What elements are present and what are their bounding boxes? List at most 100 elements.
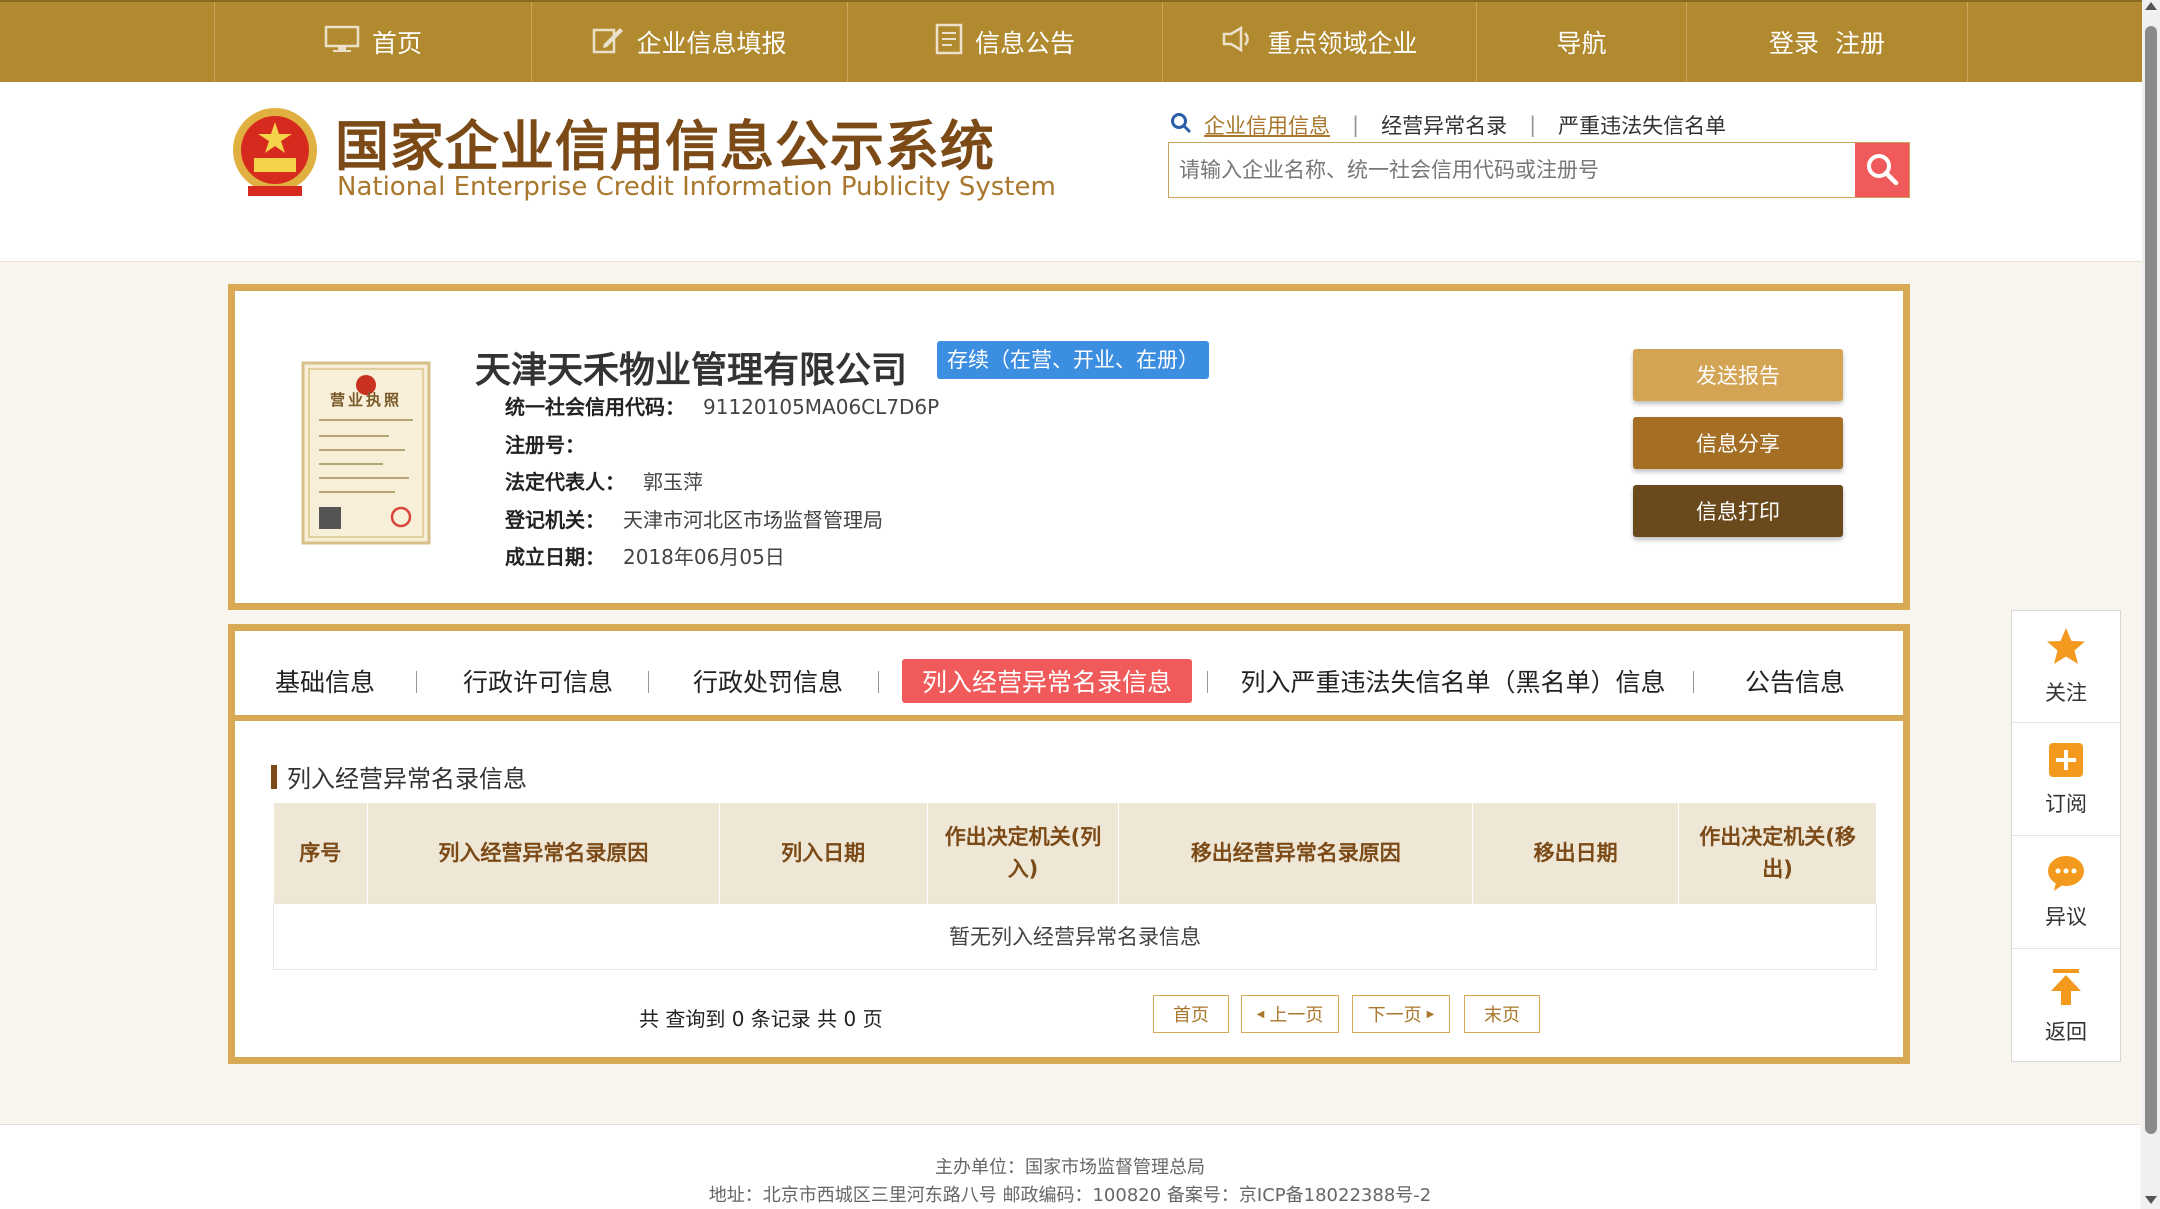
site-title: 国家企业信用信息公示系统 — [335, 115, 995, 178]
site-subtitle: National Enterprise Credit Information P… — [337, 172, 1056, 202]
arrow-up-icon — [2049, 967, 2083, 1016]
pager-last-button[interactable]: 末页 — [1464, 995, 1540, 1033]
tab-separator — [878, 671, 879, 693]
site-header: 国家企业信用信息公示系统 National Enterprise Credit … — [0, 82, 2160, 262]
info-label: 成立日期： — [505, 545, 605, 569]
nav-home-label: 首页 — [371, 29, 422, 58]
document-icon — [935, 23, 963, 61]
tab-separator — [648, 671, 649, 693]
pager-prev-label: 上一页 — [1269, 1005, 1324, 1026]
chat-bubble-icon — [2046, 854, 2086, 901]
info-label: 统一社会信用代码： — [505, 395, 685, 419]
tab-admin-penalty[interactable]: 行政处罚信息 — [675, 659, 861, 703]
monitor-icon — [324, 25, 360, 59]
top-navigation: 首页 企业信息填报 信息公告 重点领域企业 导航 登录 注册 — [0, 0, 2160, 82]
tab-announcements[interactable]: 公告信息 — [1725, 659, 1865, 703]
tab-blacklist[interactable]: 列入严重违法失信名单（黑名单）信息 — [1239, 659, 1667, 703]
nav-home[interactable]: 首页 — [214, 2, 531, 82]
side-float-toolbar: 关注 订阅 异议 返回 — [2011, 610, 2121, 1062]
section-title-marker — [271, 764, 277, 789]
license-label: 营业执照 — [329, 391, 402, 409]
objection-button[interactable]: 异议 — [2012, 837, 2120, 949]
pager-next-button[interactable]: 下一页 ▶ — [1352, 995, 1450, 1033]
info-value: 91120105MA06CL7D6P — [703, 395, 940, 419]
nav-announcements[interactable]: 信息公告 — [847, 2, 1162, 82]
search-tab-separator: | — [1529, 113, 1537, 137]
share-info-button[interactable]: 信息分享 — [1633, 417, 1843, 469]
company-summary-card: 营业执照 天津天禾物业管理有限公司 存续（在营、开业、在册） 统一社会信用代码：… — [228, 284, 1910, 610]
nav-key-sectors[interactable]: 重点领域企业 — [1162, 2, 1476, 82]
company-name: 天津天禾物业管理有限公司 — [475, 350, 908, 391]
send-report-button[interactable]: 发送报告 — [1633, 349, 1843, 401]
info-row-registration-authority: 登记机关： 天津市河北区市场监督管理局 — [505, 504, 883, 533]
print-info-button[interactable]: 信息打印 — [1633, 485, 1843, 537]
business-license-thumbnail[interactable]: 营业执照 — [301, 361, 431, 545]
tab-separator — [416, 671, 417, 693]
edit-icon — [592, 24, 624, 60]
column-header: 列入日期 — [719, 803, 928, 903]
back-to-top-button[interactable]: 返回 — [2012, 950, 2120, 1062]
search-button[interactable] — [1855, 143, 1909, 197]
tab-abnormal-list[interactable]: 列入经营异常名录信息 — [902, 659, 1192, 703]
tab-basic-info[interactable]: 基础信息 — [255, 659, 395, 703]
nav-announcements-label: 信息公告 — [974, 29, 1075, 58]
caret-right-icon: ▶ — [1426, 1008, 1435, 1020]
nav-enterprise-report[interactable]: 企业信息填报 — [531, 2, 847, 82]
search-icon — [1864, 151, 1900, 190]
record-count: 共 查询到 0 条记录 共 0 页 — [639, 1007, 883, 1031]
plus-square-icon — [2047, 741, 2085, 788]
info-row-credit-code: 统一社会信用代码： 91120105MA06CL7D6P — [505, 391, 939, 420]
tab-separator — [1207, 671, 1208, 693]
site-footer: 主办单位：国家市场监督管理总局 地址：北京市西城区三里河东路八号 邮政编码：10… — [0, 1124, 2140, 1209]
status-badge: 存续（在营、开业、在册） — [937, 341, 1209, 379]
nav-key-sectors-label: 重点领域企业 — [1267, 29, 1418, 58]
pager-first-button[interactable]: 首页 — [1153, 995, 1229, 1033]
nav-enterprise-report-label: 企业信息填报 — [636, 29, 787, 58]
nav-login-register-label: 登录 注册 — [1769, 29, 1885, 58]
nav-navigation-label: 导航 — [1556, 29, 1607, 58]
info-value: 天津市河北区市场监督管理局 — [623, 508, 883, 532]
info-tabbar: 基础信息 行政许可信息 行政处罚信息 列入经营异常名录信息 列入严重违法失信名单… — [235, 631, 1903, 721]
section-title-text: 列入经营异常名录信息 — [287, 765, 527, 793]
pager-prev-button[interactable]: ◀ 上一页 — [1241, 995, 1339, 1033]
follow-button[interactable]: 关注 — [2012, 611, 2120, 723]
search-tab-abnormal-list[interactable]: 经营异常名录 — [1381, 110, 1507, 140]
section-title: 列入经营异常名录信息 — [271, 759, 527, 794]
column-header: 列入经营异常名录原因 — [367, 803, 720, 903]
scroll-thumb[interactable] — [2145, 26, 2157, 1134]
column-header: 序号 — [273, 803, 368, 903]
pager-next-label: 下一页 — [1367, 1005, 1422, 1026]
search-tabs: 企业信用信息 | 经营异常名录 | 严重违法失信名单 — [1170, 110, 1726, 140]
national-emblem-icon — [230, 106, 320, 202]
column-header: 移出日期 — [1472, 803, 1680, 903]
scroll-up-arrow-icon[interactable] — [2145, 2, 2157, 10]
info-row-legal-representative: 法定代表人： 郭玉萍 — [505, 466, 703, 495]
scroll-down-arrow-icon[interactable] — [2145, 1196, 2157, 1204]
column-header: 作出决定机关(列入) — [927, 803, 1120, 903]
megaphone-icon — [1221, 25, 1255, 59]
caret-left-icon: ◀ — [1256, 1008, 1265, 1020]
vertical-scrollbar[interactable] — [2142, 0, 2160, 1209]
nav-navigation[interactable]: 导航 — [1476, 2, 1686, 82]
footer-organizer: 主办单位：国家市场监督管理总局 — [935, 1157, 1205, 1178]
tab-admin-license[interactable]: 行政许可信息 — [445, 659, 631, 703]
info-label: 法定代表人： — [505, 470, 625, 494]
info-row-registration-number: 注册号： — [505, 429, 603, 458]
column-header: 移出经营异常名录原因 — [1118, 803, 1474, 903]
search-tab-separator: | — [1352, 113, 1360, 137]
table-header-row: 序号 列入经营异常名录原因 列入日期 作出决定机关(列入) 移出经营异常名录原因… — [273, 803, 1877, 903]
subscribe-button[interactable]: 订阅 — [2012, 724, 2120, 836]
search-input[interactable] — [1169, 143, 1857, 197]
nav-login-register[interactable]: 登录 注册 — [1686, 2, 1968, 82]
info-label: 注册号： — [505, 433, 585, 457]
search-tab-blacklist[interactable]: 严重违法失信名单 — [1558, 110, 1726, 140]
star-icon — [2044, 626, 2088, 677]
subscribe-label: 订阅 — [2045, 792, 2087, 816]
search-tab-credit-info[interactable]: 企业信用信息 — [1204, 110, 1330, 140]
table-empty-row: 暂无列入经营异常名录信息 — [273, 902, 1877, 970]
follow-label: 关注 — [2045, 681, 2087, 705]
tab-separator — [1693, 671, 1694, 693]
footer-address: 地址：北京市西城区三里河东路八号 邮政编码：100820 备案号：京ICP备18… — [708, 1185, 1432, 1206]
objection-label: 异议 — [2045, 905, 2087, 929]
info-value: 郭玉萍 — [643, 470, 703, 494]
